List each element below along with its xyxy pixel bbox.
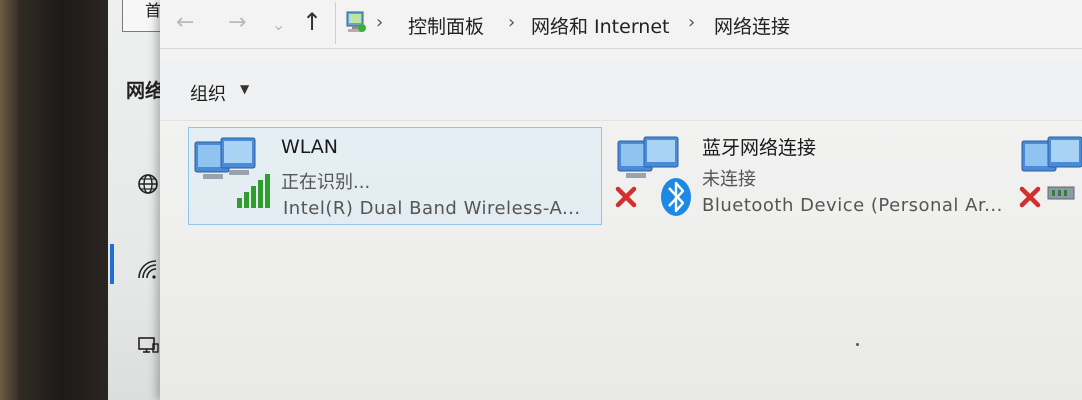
screen-speck (856, 343, 859, 346)
ethernet-icon[interactable] (136, 334, 160, 358)
connection-tile-bluetooth[interactable]: 蓝牙网络连接 未连接 Bluetooth Device (Personal Ar… (610, 127, 1010, 225)
breadcrumb-network-connections[interactable]: 网络连接 (714, 12, 790, 39)
back-button[interactable]: ← (176, 10, 194, 36)
connection-device: Bluetooth Device (Personal Ar... (702, 195, 1003, 216)
connection-name: WLAN (281, 136, 339, 158)
up-button[interactable]: ↑ (302, 9, 322, 35)
connection-name: 蓝牙网络连接 (702, 137, 817, 159)
control-panel-icon (346, 11, 366, 32)
wifi-icon[interactable] (136, 258, 160, 282)
address-bar-row: ← → ⌄ ↑ › 控制面板 › 网络和 Internet › 网络连接 (160, 0, 1082, 49)
connection-device: Intel(R) Dual Band Wireless-A... (283, 198, 581, 219)
globe-icon[interactable] (136, 172, 160, 196)
recent-locations-button[interactable]: ⌄ (272, 12, 285, 38)
forward-button[interactable]: → (228, 10, 246, 36)
selected-nav-indicator (110, 244, 114, 284)
settings-home-glyph: 首 (145, 1, 162, 20)
bluetooth-adapter-icon (615, 136, 691, 216)
connection-status: 正在识别... (281, 172, 371, 193)
connection-tile-ethernet[interactable] (1016, 127, 1082, 225)
breadcrumb-network-internet[interactable]: 网络和 Internet (531, 12, 669, 39)
breadcrumb-separator[interactable]: › (688, 12, 695, 33)
bezel-edge (0, 0, 18, 400)
address-box[interactable]: › 控制面板 › 网络和 Internet › 网络连接 (335, 2, 1082, 44)
ethernet-adapter-icon (1019, 136, 1082, 208)
breadcrumb-separator[interactable]: › (376, 12, 383, 33)
breadcrumb-separator[interactable]: › (508, 12, 515, 33)
network-connections-window: ← → ⌄ ↑ › 控制面板 › 网络和 Internet › 网络连接 组织 … (160, 0, 1082, 400)
wifi-adapter-icon (194, 137, 270, 208)
connection-tile-wlan[interactable]: WLAN 正在识别... Intel(R) Dual Band Wireless… (188, 127, 602, 225)
connections-list: WLAN 正在识别... Intel(R) Dual Band Wireless… (160, 121, 1082, 400)
breadcrumb-control-panel[interactable]: 控制面板 (408, 12, 484, 39)
connection-status: 未连接 (702, 169, 756, 190)
organize-dropdown-arrow[interactable]: ▼ (240, 82, 249, 96)
organize-menu-button[interactable]: 组织 (190, 80, 226, 106)
command-bar: 组织 ▼ (160, 60, 1082, 121)
